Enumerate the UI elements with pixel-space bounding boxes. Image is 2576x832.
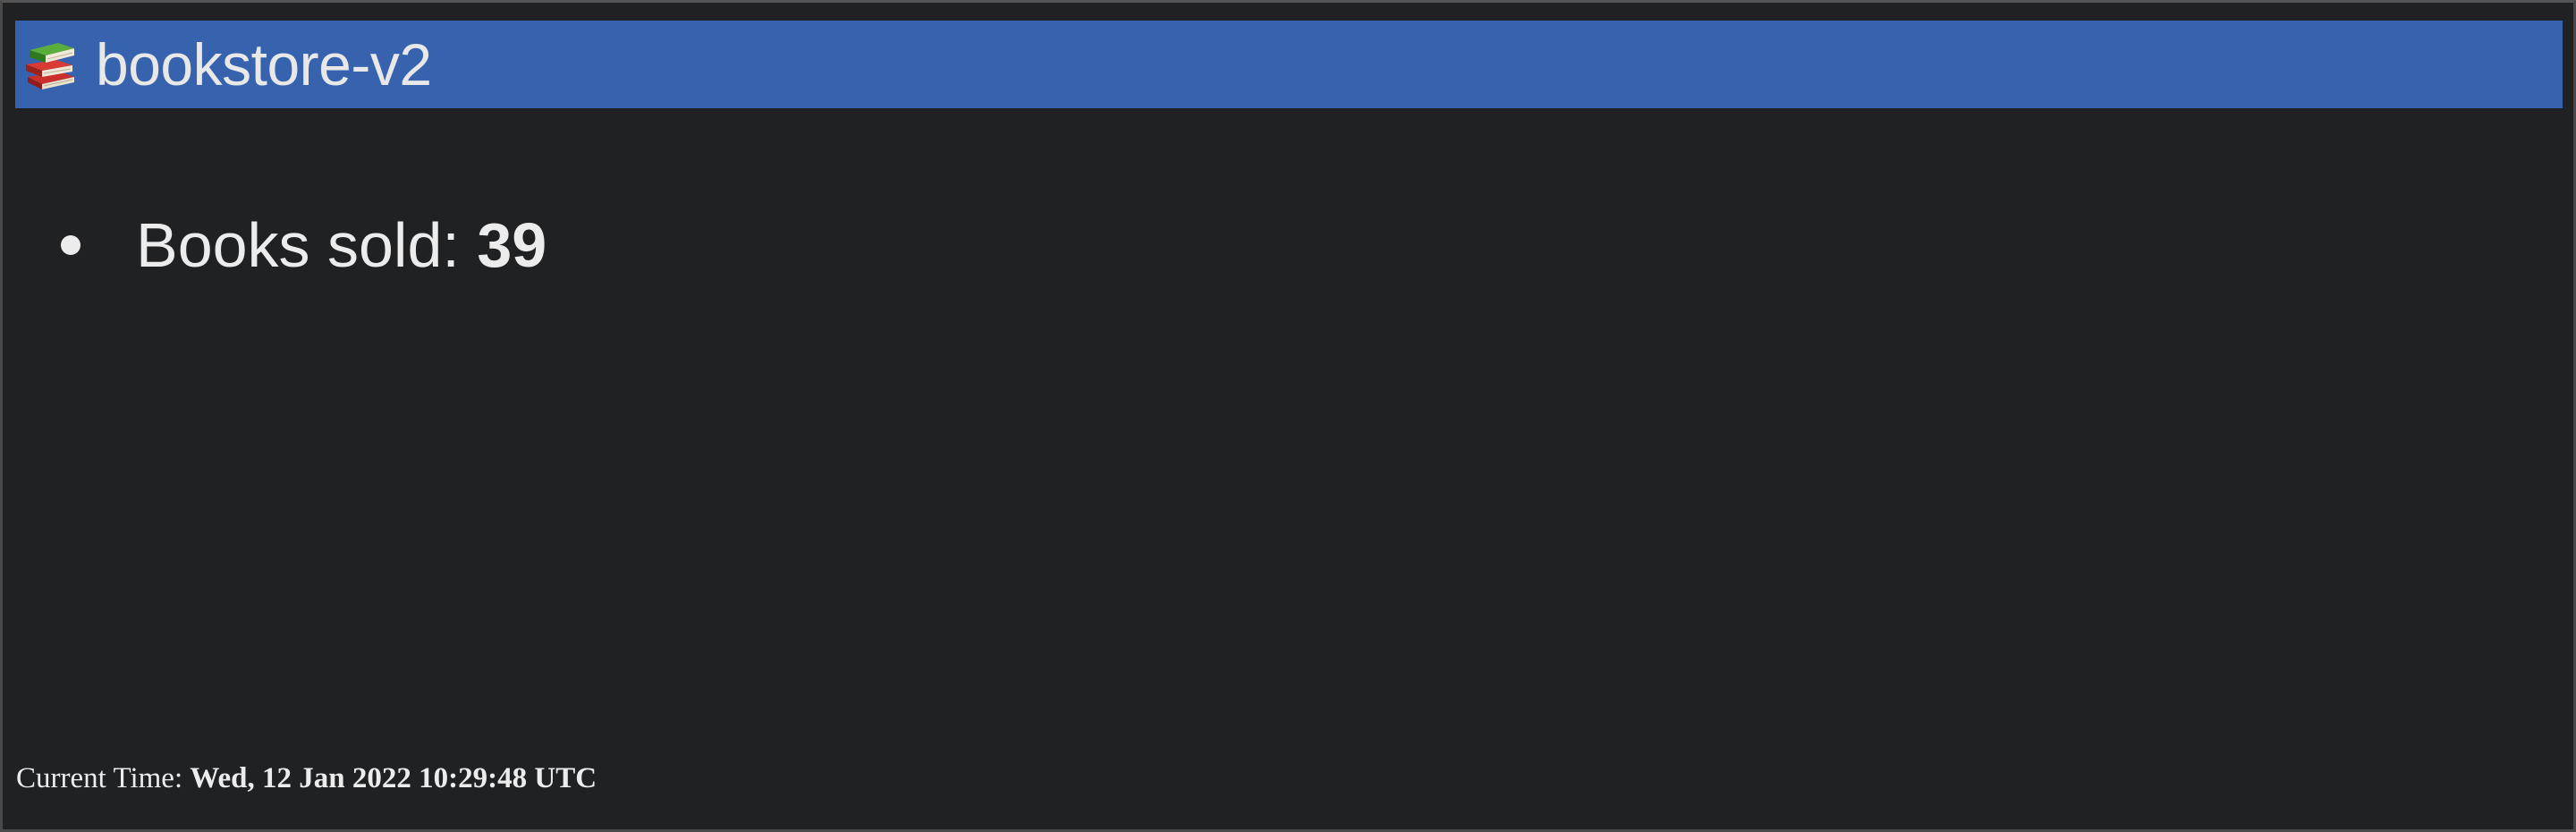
stat-label: Books sold:: [136, 210, 478, 280]
stat-text: Books sold: 39: [136, 214, 547, 276]
app-title: bookstore-v2: [96, 31, 432, 98]
list-item: Books sold: 39: [3, 205, 547, 285]
books-stack-icon: [26, 43, 74, 89]
stat-value: 39: [477, 210, 547, 280]
app-header: bookstore-v2: [15, 21, 2563, 108]
page: { "header": { "title": "bookstore-v2", "…: [0, 0, 2576, 832]
current-time-label: Current Time:: [16, 762, 191, 794]
bullet-icon: [61, 235, 80, 255]
current-time-value: Wed, 12 Jan 2022 10:29:48 UTC: [190, 762, 597, 794]
current-time: Current Time: Wed, 12 Jan 2022 10:29:48 …: [16, 764, 597, 794]
stats-list: Books sold: 39: [3, 205, 547, 285]
